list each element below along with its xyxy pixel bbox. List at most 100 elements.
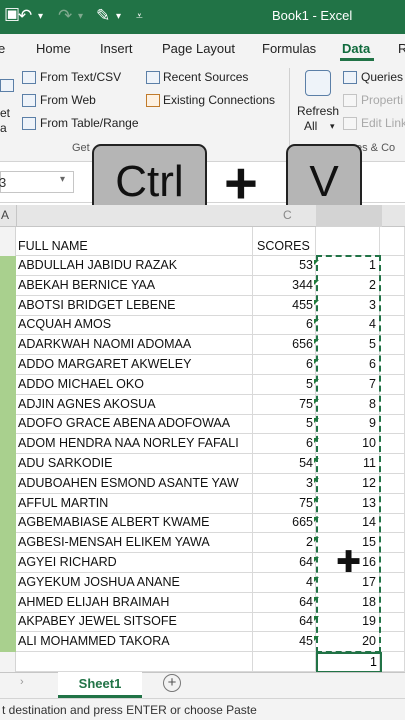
get-data-dropdown[interactable]: a xyxy=(0,121,7,135)
empty-cell[interactable] xyxy=(380,592,405,613)
empty-cell[interactable] xyxy=(380,315,405,336)
tab-home[interactable]: Home xyxy=(36,41,71,56)
customize-toolbar-icon[interactable]: ⩡ xyxy=(136,9,143,24)
empty-cell[interactable] xyxy=(380,256,405,276)
name-cell[interactable]: ABEKAH BERNICE YAA xyxy=(16,275,253,296)
name-cell[interactable]: ADARKWAH NAOMI ADOMAA xyxy=(16,335,253,356)
pasted-value-cell[interactable]: 7 xyxy=(316,374,380,395)
pasted-value-cell[interactable]: 5 xyxy=(316,335,380,356)
empty-cell[interactable] xyxy=(380,493,405,514)
refresh-all-button[interactable]: Refresh xyxy=(297,104,339,118)
empty-cell[interactable] xyxy=(380,335,405,356)
name-cell[interactable]: AGBESI-MENSAH ELIKEM YAWA xyxy=(16,533,253,554)
score-cell[interactable]: 5 xyxy=(253,414,316,435)
score-cell[interactable]: 45 xyxy=(253,632,316,653)
score-cell[interactable]: 6 xyxy=(253,355,316,375)
queries-connections-button[interactable]: Queries & xyxy=(361,70,405,84)
empty-cell[interactable] xyxy=(380,394,405,415)
name-cell[interactable]: ALI MOHAMMED TAKORA xyxy=(16,632,253,653)
name-cell[interactable]: ADU SARKODIE xyxy=(16,454,253,474)
pasted-value-cell[interactable]: 14 xyxy=(316,513,380,534)
tab-page-layout[interactable]: Page Layout xyxy=(162,41,235,56)
empty-cell[interactable] xyxy=(380,414,405,435)
empty-cell[interactable] xyxy=(380,355,405,375)
name-cell[interactable]: ACQUAH AMOS xyxy=(16,315,253,336)
get-data-fragment[interactable] xyxy=(0,78,14,93)
empty-cell[interactable] xyxy=(16,652,253,672)
name-cell[interactable]: AGYEI RICHARD xyxy=(16,553,253,573)
score-cell[interactable]: 64 xyxy=(253,592,316,613)
tab-data[interactable]: Data xyxy=(342,41,370,56)
refresh-dropdown-icon[interactable]: ▾ xyxy=(330,121,335,132)
score-cell[interactable]: 665 xyxy=(253,513,316,534)
score-cell[interactable]: 5 xyxy=(253,374,316,395)
empty-cell[interactable] xyxy=(316,227,380,256)
name-cell[interactable]: ABOTSI BRIDGET LEBENE xyxy=(16,295,253,316)
undo-dropdown-icon[interactable]: ▾ xyxy=(38,11,43,22)
header-full-name[interactable]: FULL NAME xyxy=(16,227,253,256)
score-cell[interactable]: 4 xyxy=(253,572,316,593)
pasted-value-cell[interactable]: 19 xyxy=(316,612,380,633)
tab-review[interactable]: R xyxy=(398,41,405,56)
name-cell[interactable]: AGBEMABIASE ALBERT KWAME xyxy=(16,513,253,534)
pasted-value-cell[interactable]: 9 xyxy=(316,414,380,435)
name-cell[interactable]: ADJIN AGNES AKOSUA xyxy=(16,394,253,415)
add-sheet-icon[interactable]: + xyxy=(163,674,181,692)
row-header[interactable] xyxy=(0,652,16,672)
name-cell[interactable]: ABDULLAH JABIDU RAZAK xyxy=(16,256,253,276)
tab-insert[interactable]: Insert xyxy=(100,41,133,56)
empty-cell[interactable] xyxy=(380,572,405,593)
pasted-value-cell[interactable]: 8 xyxy=(316,394,380,415)
header-scores[interactable]: SCORES xyxy=(253,227,316,256)
empty-cell[interactable] xyxy=(380,632,405,653)
pasted-value-cell[interactable]: 6 xyxy=(316,355,380,375)
score-cell[interactable]: 54 xyxy=(253,454,316,474)
score-cell[interactable]: 64 xyxy=(253,553,316,573)
sheet-tab-sheet1[interactable]: Sheet1 xyxy=(58,672,142,698)
get-data-label[interactable]: et xyxy=(0,106,10,120)
tab-file[interactable]: e xyxy=(0,41,5,56)
pasted-value-cell[interactable]: 10 xyxy=(316,434,380,455)
score-cell[interactable]: 656 xyxy=(253,335,316,356)
empty-cell[interactable] xyxy=(380,553,405,573)
highlight-color-icon[interactable]: ✎ xyxy=(96,6,110,26)
score-cell[interactable]: 6 xyxy=(253,315,316,336)
empty-cell[interactable] xyxy=(380,434,405,455)
pasted-value-cell[interactable]: 12 xyxy=(316,473,380,494)
pasted-value-cell[interactable]: 3 xyxy=(316,295,380,316)
refresh-all-label[interactable]: All xyxy=(304,119,317,133)
pasted-value-cell[interactable]: 20 xyxy=(316,632,380,653)
active-cell[interactable]: 1 xyxy=(316,652,382,673)
empty-cell[interactable] xyxy=(380,533,405,554)
score-cell[interactable]: 3 xyxy=(253,473,316,494)
column-header-a[interactable]: A xyxy=(1,208,9,222)
name-box-dropdown-icon[interactable]: ▾ xyxy=(60,174,65,185)
score-cell[interactable]: 6 xyxy=(253,434,316,455)
name-cell[interactable]: AHMED ELIJAH BRAIMAH xyxy=(16,592,253,613)
name-cell[interactable]: AFFUL MARTIN xyxy=(16,493,253,514)
name-cell[interactable]: ADOM HENDRA NAA NORLEY FAFALI xyxy=(16,434,253,455)
tab-formulas[interactable]: Formulas xyxy=(262,41,316,56)
pasted-value-cell[interactable]: 1 xyxy=(316,256,380,276)
score-cell[interactable]: 2 xyxy=(253,533,316,554)
empty-cell[interactable] xyxy=(380,652,405,672)
name-cell[interactable]: AKPABEY JEWEL SITSOFE xyxy=(16,612,253,633)
name-cell[interactable]: ADDO MARGARET AKWELEY xyxy=(16,355,253,375)
score-cell[interactable]: 344 xyxy=(253,275,316,296)
name-cell[interactable]: ADUBOAHEN ESMOND ASANTE YAW xyxy=(16,473,253,494)
row-headers-selected[interactable] xyxy=(0,256,16,652)
empty-cell[interactable] xyxy=(380,454,405,474)
undo-icon[interactable]: ↶ xyxy=(18,6,32,26)
name-cell[interactable]: ADOFO GRACE ABENA ADOFOWAA xyxy=(16,414,253,435)
selected-column-header[interactable] xyxy=(316,205,382,227)
name-cell[interactable]: AGYEKUM JOSHUA ANANE xyxy=(16,572,253,593)
score-cell[interactable]: 455 xyxy=(253,295,316,316)
empty-cell[interactable] xyxy=(380,612,405,633)
pasted-value-cell[interactable]: 13 xyxy=(316,493,380,514)
column-header-c[interactable]: C xyxy=(283,208,292,222)
from-text-csv-button[interactable]: From Text/CSV xyxy=(40,70,121,84)
empty-cell[interactable] xyxy=(380,275,405,296)
sheet-scroll-right-icon[interactable]: › xyxy=(20,676,24,688)
name-cell[interactable]: ADDO MICHAEL OKO xyxy=(16,374,253,395)
score-cell[interactable]: 75 xyxy=(253,493,316,514)
